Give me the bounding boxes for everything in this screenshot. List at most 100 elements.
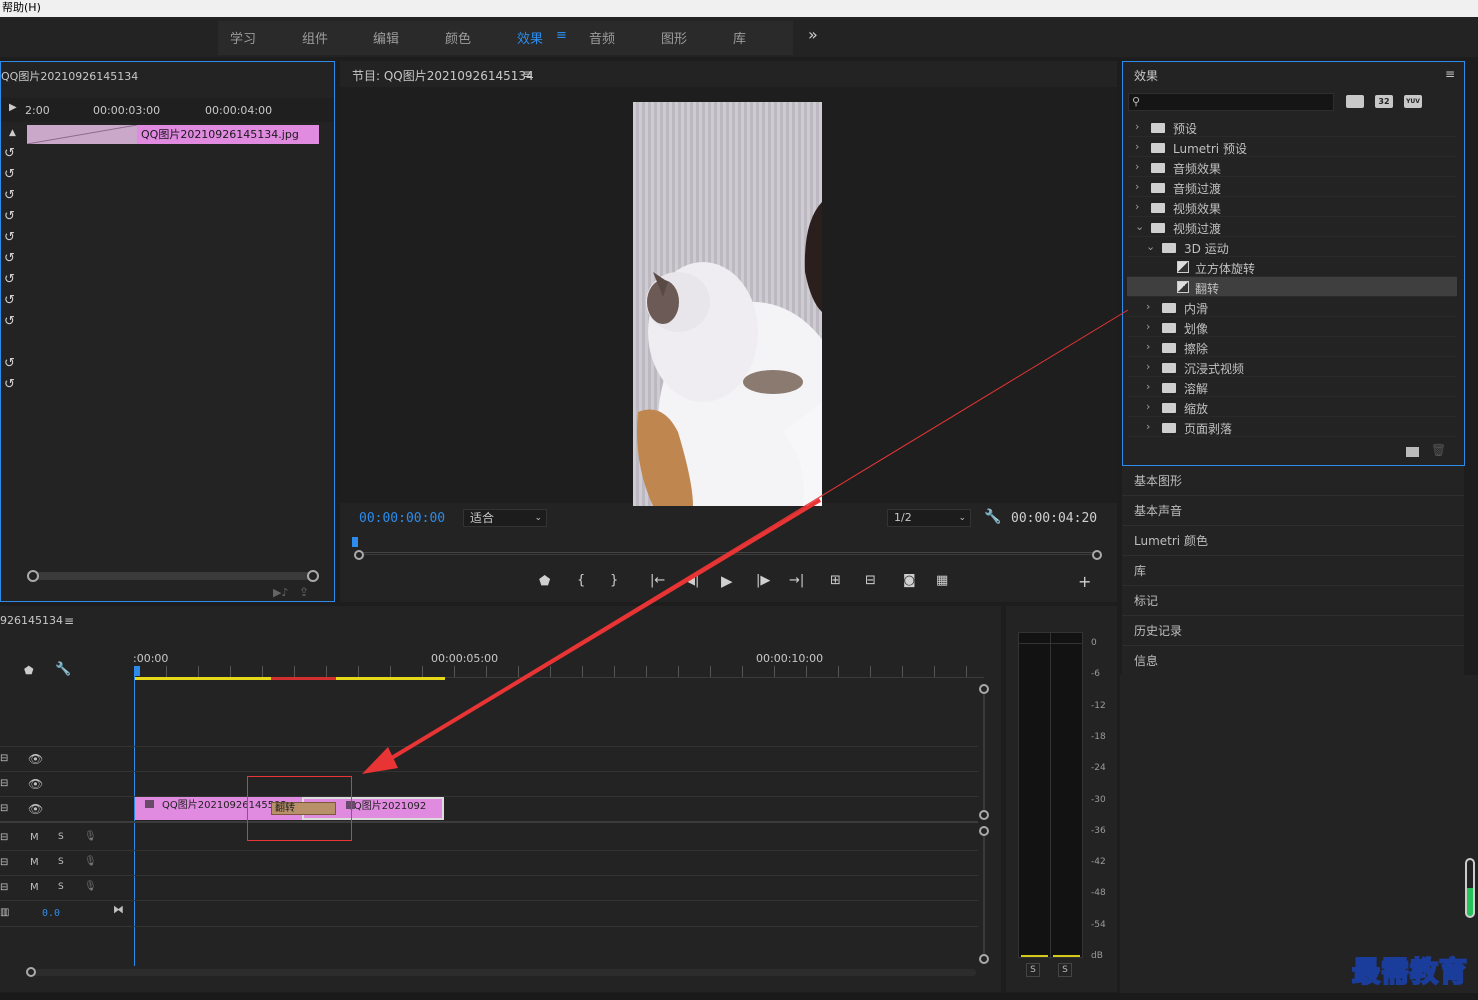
- chevron-right-icon[interactable]: ›: [1135, 180, 1139, 193]
- add-button-icon[interactable]: +: [1078, 572, 1091, 591]
- step-forward-icon[interactable]: |▶: [756, 573, 770, 588]
- tree-item[interactable]: › 音频效果: [1127, 157, 1457, 177]
- reset-icon[interactable]: ↺: [4, 230, 15, 245]
- toggle-sync-icon[interactable]: ⊟: [0, 753, 8, 764]
- chevron-right-icon[interactable]: ›: [1135, 120, 1139, 133]
- effects-menu-icon[interactable]: ≡: [1445, 67, 1455, 81]
- workspace-tab-graphics[interactable]: 图形: [661, 28, 687, 47]
- tree-item[interactable]: › 内滑: [1127, 297, 1457, 317]
- mic-icon[interactable]: 🎙: [84, 881, 97, 892]
- collapse-icon[interactable]: ▲: [9, 128, 16, 138]
- mic-icon[interactable]: 🎙: [84, 831, 97, 842]
- toggle-sync-icon[interactable]: ⊟: [0, 803, 8, 814]
- workspace-tab-edit[interactable]: 编辑: [373, 28, 399, 47]
- tree-item[interactable]: ⌄ 视频过渡: [1127, 217, 1457, 237]
- chevron-down-icon[interactable]: ⌄: [1146, 240, 1155, 253]
- program-menu-icon[interactable]: ≡: [523, 67, 533, 81]
- chevron-down-icon[interactable]: ⌄: [1135, 220, 1144, 233]
- v-scroll-handle[interactable]: [979, 954, 989, 964]
- program-scroll-track[interactable]: [358, 554, 1098, 555]
- tree-item[interactable]: › 划像: [1127, 317, 1457, 337]
- workspace-tab-audio[interactable]: 音频: [589, 28, 615, 47]
- tree-item[interactable]: › 溶解: [1127, 377, 1457, 397]
- yuv-effects-icon[interactable]: YUV: [1404, 95, 1422, 108]
- side-panel-tab[interactable]: 信息: [1122, 646, 1464, 676]
- v-scrollbar[interactable]: [983, 836, 985, 954]
- reset-icon[interactable]: ↺: [4, 251, 15, 266]
- add-marker-icon[interactable]: ⬟: [539, 574, 550, 589]
- camera-icon[interactable]: ◙: [903, 573, 916, 588]
- source-clip[interactable]: QQ图片20210926145134.jpg: [137, 125, 319, 144]
- reset-icon[interactable]: ↺: [4, 146, 15, 161]
- timeline-playhead-head[interactable]: [134, 666, 140, 676]
- side-panel-tab[interactable]: 标记: [1122, 586, 1464, 616]
- add-marker-icon[interactable]: ⬟: [24, 664, 34, 677]
- eye-icon[interactable]: 👁: [28, 752, 43, 766]
- new-bin-icon[interactable]: [1406, 447, 1419, 457]
- reset-icon[interactable]: ↺: [4, 356, 15, 371]
- menu-help[interactable]: 帮助(H): [2, 1, 41, 14]
- compare-icon[interactable]: ▦: [936, 573, 948, 588]
- tree-item[interactable]: › Lumetri 预设: [1127, 137, 1457, 157]
- side-panel-tab[interactable]: 基本声音: [1122, 496, 1464, 526]
- go-to-out-icon[interactable]: →|: [789, 573, 804, 588]
- side-panel-tab[interactable]: 基本图形: [1122, 466, 1464, 496]
- quality-dropdown[interactable]: 1/2 ⌄: [887, 509, 971, 527]
- program-ruler[interactable]: [358, 539, 1098, 553]
- timeline-menu-icon[interactable]: ≡: [64, 614, 74, 628]
- reset-icon[interactable]: ↺: [4, 167, 15, 182]
- tree-item[interactable]: › 擦除: [1127, 337, 1457, 357]
- h-scroll-handle[interactable]: [26, 967, 36, 977]
- toggle-sync-icon[interactable]: ⊟: [0, 882, 8, 893]
- reset-icon[interactable]: ↺: [4, 272, 15, 287]
- solo-left-button[interactable]: S: [1026, 963, 1040, 977]
- toggle-sync-icon[interactable]: ⊟: [0, 832, 8, 843]
- scroll-handle-left[interactable]: [27, 570, 39, 582]
- chevron-right-icon[interactable]: ›: [1146, 400, 1150, 413]
- eye-icon[interactable]: 👁: [28, 802, 43, 816]
- reset-icon[interactable]: ↺: [4, 293, 15, 308]
- scroll-handle-right[interactable]: [307, 570, 319, 582]
- solo-right-button[interactable]: S: [1058, 963, 1072, 977]
- program-timecode[interactable]: 00:00:00:00: [359, 511, 445, 526]
- solo-button[interactable]: S: [58, 832, 64, 842]
- solo-button[interactable]: S: [58, 882, 64, 892]
- chevron-right-icon[interactable]: ›: [1135, 160, 1139, 173]
- reset-icon[interactable]: ↺: [4, 314, 15, 329]
- eye-icon[interactable]: 👁: [28, 777, 43, 791]
- play-triangle-icon[interactable]: ▶: [9, 102, 17, 113]
- source-scrollbar[interactable]: [31, 572, 315, 580]
- tree-item[interactable]: › 音频过渡: [1127, 177, 1457, 197]
- chevron-right-icon[interactable]: ›: [1146, 340, 1150, 353]
- v-scroll-handle[interactable]: [979, 826, 989, 836]
- chevron-right-icon[interactable]: ›: [1146, 380, 1150, 393]
- reset-icon[interactable]: ↺: [4, 188, 15, 203]
- tree-item[interactable]: ⌄ 3D 运动: [1127, 237, 1457, 257]
- h-scrollbar[interactable]: [32, 969, 976, 976]
- go-to-end-icon[interactable]: ⧓: [113, 903, 124, 916]
- lift-icon[interactable]: ⊞: [830, 573, 841, 588]
- tree-item[interactable]: › 缩放: [1127, 397, 1457, 417]
- workspace-tab-effects[interactable]: 效果: [517, 28, 543, 47]
- v-scroll-handle[interactable]: [979, 810, 989, 820]
- mute-button[interactable]: M: [30, 882, 39, 893]
- side-panel-tab[interactable]: 历史记录: [1122, 616, 1464, 646]
- chevron-right-icon[interactable]: ›: [1146, 420, 1150, 433]
- go-to-in-icon[interactable]: |←: [650, 573, 665, 588]
- chevron-right-icon[interactable]: ›: [1146, 360, 1150, 373]
- zoom-handle-left[interactable]: [354, 550, 364, 560]
- workspace-tab-learn[interactable]: 学习: [230, 28, 256, 47]
- workspace-overflow-icon[interactable]: »: [808, 25, 818, 44]
- wrench-icon[interactable]: 🔧: [984, 509, 1001, 525]
- effects-search-input[interactable]: ⚲: [1128, 93, 1334, 111]
- mute-button[interactable]: M: [30, 832, 39, 843]
- mute-button[interactable]: M: [30, 857, 39, 868]
- play-audio-icon[interactable]: ▶♪: [273, 586, 288, 599]
- program-playhead[interactable]: [352, 537, 358, 547]
- fit-dropdown[interactable]: 适合 ⌄: [463, 509, 547, 527]
- side-panel-tab[interactable]: 库: [1122, 556, 1464, 586]
- play-icon[interactable]: ▶: [721, 572, 733, 590]
- tree-item[interactable]: 立方体旋转: [1127, 257, 1457, 277]
- 32bit-effects-icon[interactable]: 32: [1375, 95, 1393, 108]
- zoom-handle-right[interactable]: [1092, 550, 1102, 560]
